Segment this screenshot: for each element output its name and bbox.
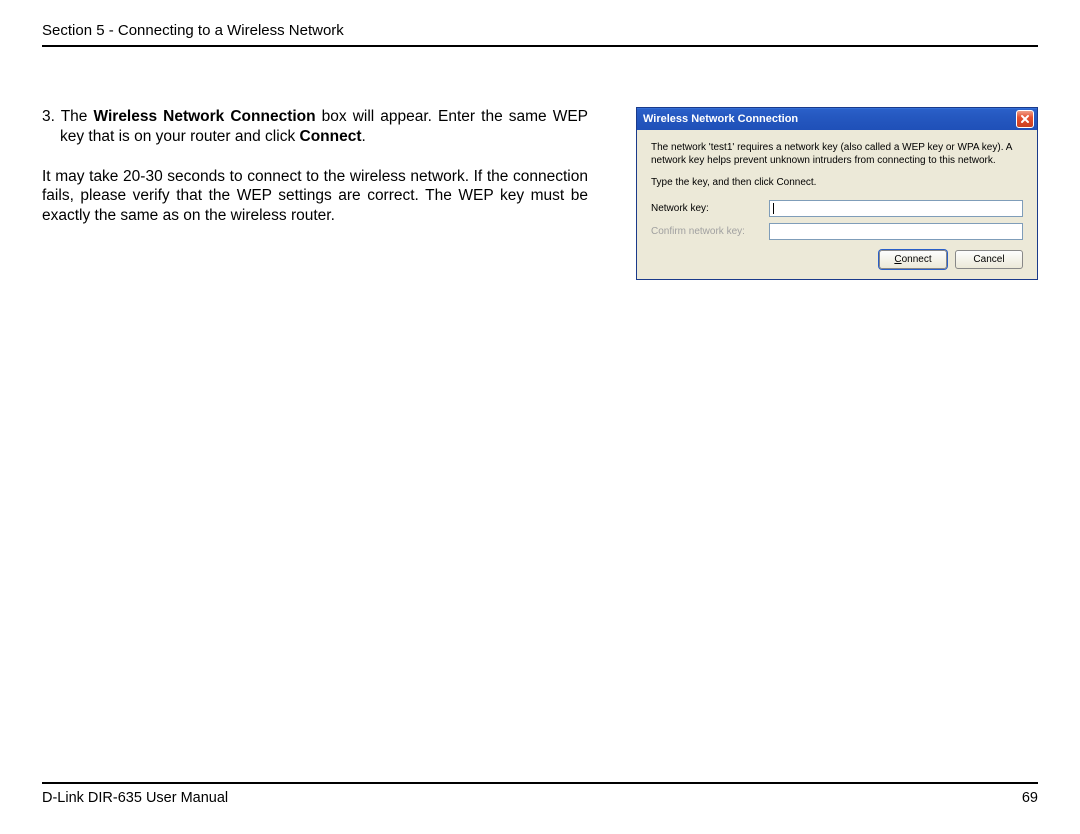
step-3: 3. The Wireless Network Connection box w… [42, 107, 588, 147]
close-icon [1020, 114, 1030, 124]
network-key-row: Network key: [651, 200, 1023, 217]
confirm-key-row: Confirm network key: [651, 223, 1023, 240]
network-key-input[interactable] [769, 200, 1023, 217]
content: 3. The Wireless Network Connection box w… [42, 107, 1038, 280]
dialog-button-row: Connect Cancel [651, 250, 1023, 269]
cancel-button[interactable]: Cancel [955, 250, 1023, 269]
step-text-suffix: . [362, 128, 366, 145]
footer-manual-name: D-Link DIR-635 User Manual [42, 790, 228, 806]
paragraph-2: It may take 20-30 seconds to connect to … [42, 167, 588, 226]
step-number: 3. [42, 108, 55, 125]
instructions-column: 3. The Wireless Network Connection box w… [42, 107, 588, 226]
dialog-titlebar: Wireless Network Connection [637, 108, 1037, 130]
step-text-prefix: The [61, 108, 94, 125]
dialog-body: The network 'test1' requires a network k… [637, 130, 1037, 279]
confirm-key-label: Confirm network key: [651, 226, 769, 237]
close-button[interactable] [1016, 110, 1034, 128]
dialog-type-instruction: Type the key, and then click Connect. [651, 177, 1023, 188]
footer-page-number: 69 [1022, 790, 1038, 806]
dialog-screenshot: Wireless Network Connection The network … [636, 107, 1038, 280]
page-header: Section 5 - Connecting to a Wireless Net… [42, 22, 1038, 47]
section-title: Section 5 - Connecting to a Wireless Net… [42, 22, 1038, 39]
step-bold-1: Wireless Network Connection [93, 108, 315, 125]
page-footer: D-Link DIR-635 User Manual 69 [42, 782, 1038, 806]
text-cursor-icon [773, 203, 774, 214]
dialog-description: The network 'test1' requires a network k… [651, 142, 1023, 167]
dialog-title: Wireless Network Connection [643, 113, 798, 125]
step-bold-2: Connect [300, 128, 362, 145]
wireless-connection-dialog: Wireless Network Connection The network … [636, 107, 1038, 280]
connect-button[interactable]: Connect [879, 250, 947, 269]
network-key-label: Network key: [651, 203, 769, 214]
confirm-key-input[interactable] [769, 223, 1023, 240]
